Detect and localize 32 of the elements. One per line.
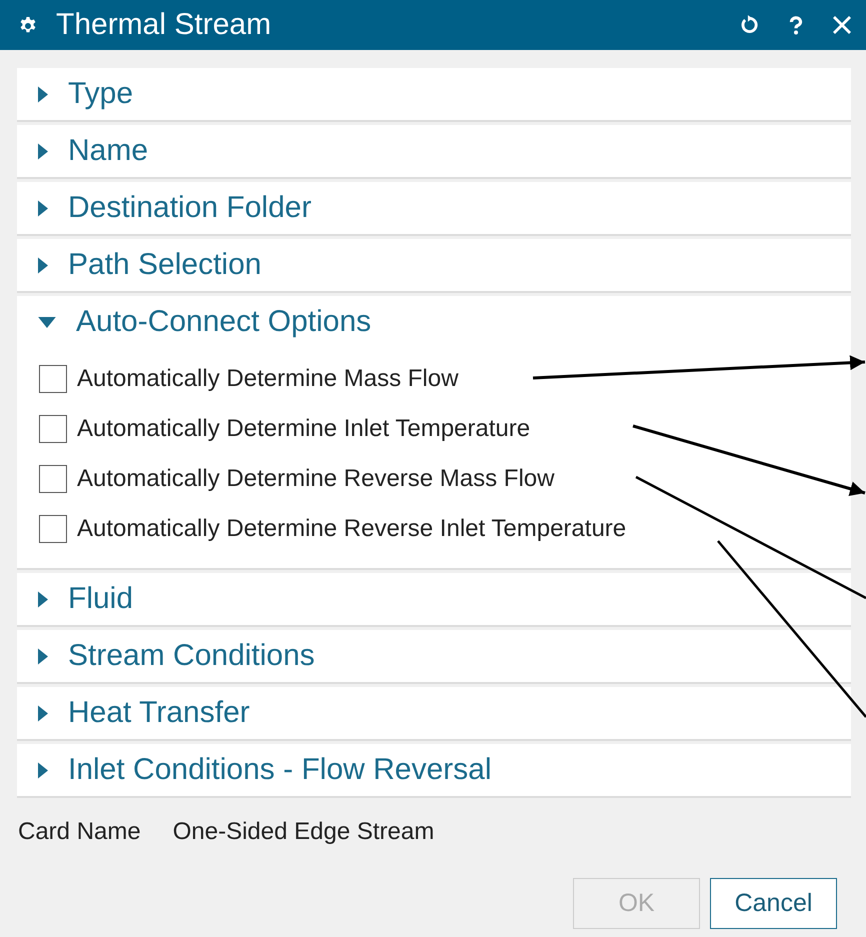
caret-right-icon (38, 86, 48, 102)
section-header[interactable]: Inlet Conditions - Flow Reversal (17, 744, 851, 796)
section-header[interactable]: Fluid (17, 573, 851, 625)
cancel-button[interactable]: Cancel (710, 878, 837, 929)
caret-down-icon (38, 316, 56, 328)
section-header[interactable]: Heat Transfer (17, 687, 851, 739)
caret-right-icon (38, 142, 48, 160)
close-icon[interactable] (832, 15, 852, 35)
section-header[interactable]: Type (17, 68, 851, 120)
section-header[interactable]: Stream Conditions (17, 630, 851, 682)
checkbox[interactable] (39, 465, 67, 493)
section-header[interactable]: Destination Folder (17, 182, 851, 234)
settings-icon[interactable] (18, 15, 38, 35)
caret-right-icon (38, 590, 48, 608)
card-name-value: One-Sided Edge Stream (172, 818, 434, 846)
checkbox-label[interactable]: Automatically Determine Inlet Temperature (77, 415, 530, 443)
window-title: Thermal Stream (56, 8, 272, 42)
checkbox[interactable] (39, 365, 67, 393)
caret-right-icon (38, 256, 48, 274)
checkbox-label[interactable]: Automatically Determine Reverse Mass Flow (77, 465, 554, 493)
caret-right-icon (38, 762, 48, 778)
checkbox-label[interactable]: Automatically Determine Reverse Inlet Temperature (77, 515, 626, 543)
section-header[interactable]: Name (17, 125, 851, 177)
caret-right-icon (38, 200, 48, 216)
card-name-label: Card Name (18, 818, 141, 846)
caret-right-icon (38, 648, 48, 664)
caret-right-icon (38, 704, 48, 722)
checkbox[interactable] (39, 415, 67, 443)
checkbox-label[interactable]: Automatically Determine Mass Flow (77, 365, 458, 393)
checkbox[interactable] (39, 515, 67, 543)
section-header[interactable]: Auto-Connect Options (17, 296, 851, 348)
section-header[interactable]: Path Selection (17, 239, 851, 291)
